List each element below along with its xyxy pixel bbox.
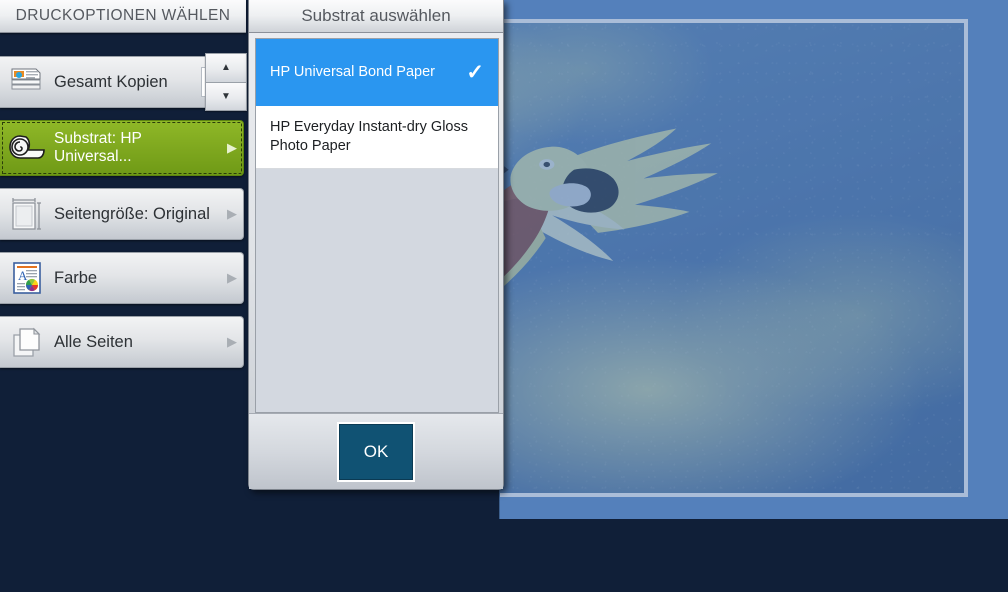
chevron-right-icon: ▶ bbox=[227, 334, 237, 349]
sidebar-item-label-all-pages: Alle Seiten bbox=[54, 332, 133, 351]
page-size-icon bbox=[6, 197, 50, 231]
chevron-right-icon: ▶ bbox=[227, 206, 237, 221]
print-preview-panel bbox=[499, 0, 1008, 519]
sidebar-item-substrate[interactable]: Substrat: HP Universal... ▶ bbox=[0, 120, 244, 176]
substrate-dialog: Substrat auswählen HP Universal Bond Pap… bbox=[248, 0, 504, 490]
sidebar-item-label-color: Farbe bbox=[54, 268, 98, 287]
ok-button[interactable]: OK bbox=[339, 423, 413, 480]
paper-roll-icon bbox=[6, 132, 50, 164]
preview-color-overlay bbox=[500, 23, 964, 493]
substrate-option-label: HP Universal Bond Paper bbox=[270, 64, 435, 81]
substrate-option-label: HP Everyday Instant-dry Gloss Photo Pape… bbox=[270, 119, 468, 155]
pages-stack-icon bbox=[6, 325, 50, 359]
substrate-dialog-title: Substrat auswählen bbox=[249, 0, 503, 33]
chevron-right-icon: ▶ bbox=[227, 140, 237, 155]
sidebar-item-page-size[interactable]: Seitengröße: Original ▶ bbox=[0, 188, 244, 240]
list-item[interactable]: HP Everyday Instant-dry Gloss Photo Pape… bbox=[256, 106, 498, 169]
copies-stepper: ▲ ▼ bbox=[205, 53, 247, 111]
check-icon: ✓ bbox=[466, 61, 484, 84]
substrate-dialog-footer: OK bbox=[249, 413, 503, 489]
preview-sheet[interactable] bbox=[500, 19, 968, 497]
sidebar-menu: Gesamt Kopien 1 ▲ ▼ Substrat: HP U bbox=[0, 53, 247, 380]
sidebar-item-all-pages[interactable]: Alle Seiten ▶ bbox=[0, 316, 244, 368]
color-page-icon: A bbox=[6, 261, 50, 295]
substrate-option-list[interactable]: HP Universal Bond Paper ✓ HP Everyday In… bbox=[255, 38, 499, 413]
bottom-bar: ❮ Zurück Originalgröße: 850,90 x 603,96 … bbox=[0, 519, 1008, 592]
app-root: DRUCKOPTIONEN WÄHLEN Gesamt Kopien ▲ ▼ S… bbox=[0, 0, 1008, 592]
sidebar-item-label-page-size: Seitengröße: Original bbox=[54, 204, 210, 223]
sidebar-item-copies[interactable]: Gesamt Kopien 1 ▲ ▼ bbox=[0, 53, 247, 111]
sidebar-item-label-copies: Gesamt Kopien bbox=[54, 72, 168, 91]
chevron-right-icon: ▶ bbox=[227, 270, 237, 285]
print-copies-icon bbox=[6, 67, 50, 97]
copies-increment-button[interactable]: ▲ bbox=[205, 53, 247, 82]
sidebar-header: DRUCKOPTIONEN WÄHLEN bbox=[0, 0, 246, 33]
list-item[interactable]: HP Universal Bond Paper ✓ bbox=[256, 39, 498, 107]
sidebar-item-label-substrate: Substrat: HP Universal... bbox=[54, 130, 142, 165]
print-options-sidebar: DRUCKOPTIONEN WÄHLEN Gesamt Kopien ▲ ▼ S… bbox=[0, 0, 247, 519]
sidebar-item-color[interactable]: A Farbe ▶ bbox=[0, 252, 244, 304]
copies-decrement-button[interactable]: ▼ bbox=[205, 81, 247, 111]
